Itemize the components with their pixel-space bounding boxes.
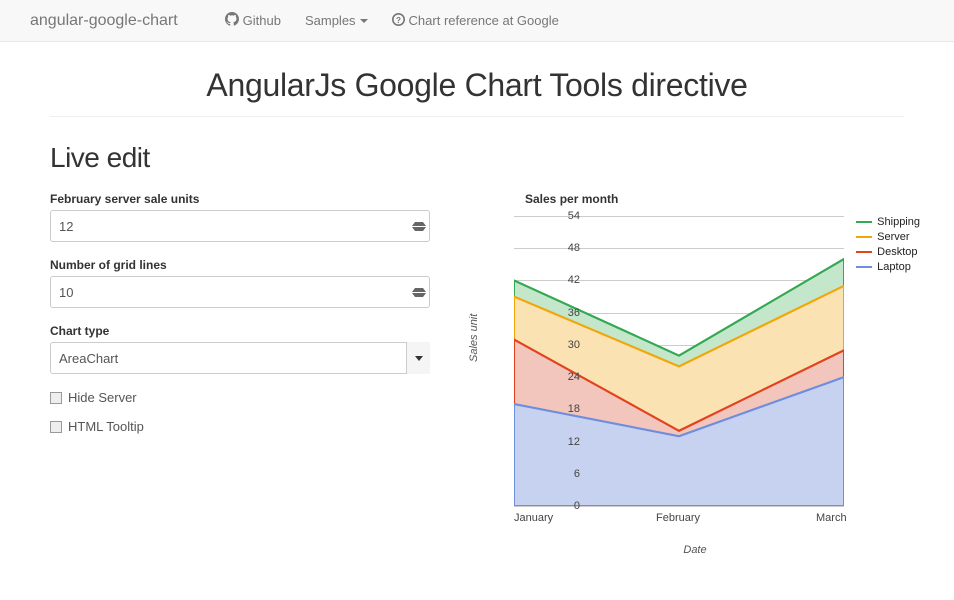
divider [50, 116, 904, 117]
number-stepper-icon[interactable] [412, 214, 426, 238]
hide-server-checkbox[interactable]: Hide Server [50, 390, 430, 405]
feb-units-label: February server sale units [50, 192, 430, 206]
checkbox-icon [50, 421, 62, 433]
x-tick: February [656, 512, 700, 524]
caret-down-icon [360, 19, 368, 23]
nav-github[interactable]: Github [213, 0, 293, 42]
page-title: AngularJs Google Chart Tools directive [50, 67, 904, 104]
legend-item: Server [856, 231, 920, 243]
feb-units-input[interactable] [50, 210, 430, 242]
dropdown-button[interactable] [406, 342, 430, 374]
svg-text:?: ? [396, 15, 401, 24]
chart-type-label: Chart type [50, 324, 430, 338]
number-stepper-icon[interactable] [412, 280, 426, 304]
chevron-down-icon [415, 356, 423, 361]
section-title: Live edit [50, 142, 904, 174]
chart-title: Sales per month [525, 192, 618, 206]
checkbox-icon [50, 392, 62, 404]
html-tooltip-checkbox[interactable]: HTML Tooltip [50, 419, 430, 434]
help-icon: ? [392, 13, 405, 29]
nav-chart-reference[interactable]: ? Chart reference at Google [380, 0, 571, 42]
navbar: angular-google-chart Github Samples ? Ch… [0, 0, 954, 42]
chart-type-select[interactable] [50, 342, 430, 374]
x-tick: March [816, 512, 847, 524]
x-axis-label: Date [470, 544, 920, 576]
gridlines-input[interactable] [50, 276, 430, 308]
x-tick: January [514, 512, 553, 524]
brand[interactable]: angular-google-chart [15, 12, 193, 30]
legend-item: Shipping [856, 216, 920, 228]
github-icon [225, 12, 239, 29]
nav-samples[interactable]: Samples [293, 0, 380, 42]
form-panel: February server sale units Number of gri… [50, 192, 430, 572]
plot-area [514, 216, 844, 506]
legend-item: Laptop [856, 261, 920, 273]
legend-item: Desktop [856, 246, 920, 258]
legend: Shipping Server Desktop Laptop [856, 216, 920, 276]
chart: Sales per month Sales unit Shipping Serv… [470, 192, 920, 572]
gridlines-label: Number of grid lines [50, 258, 430, 272]
y-axis-label: Sales unit [468, 314, 480, 362]
